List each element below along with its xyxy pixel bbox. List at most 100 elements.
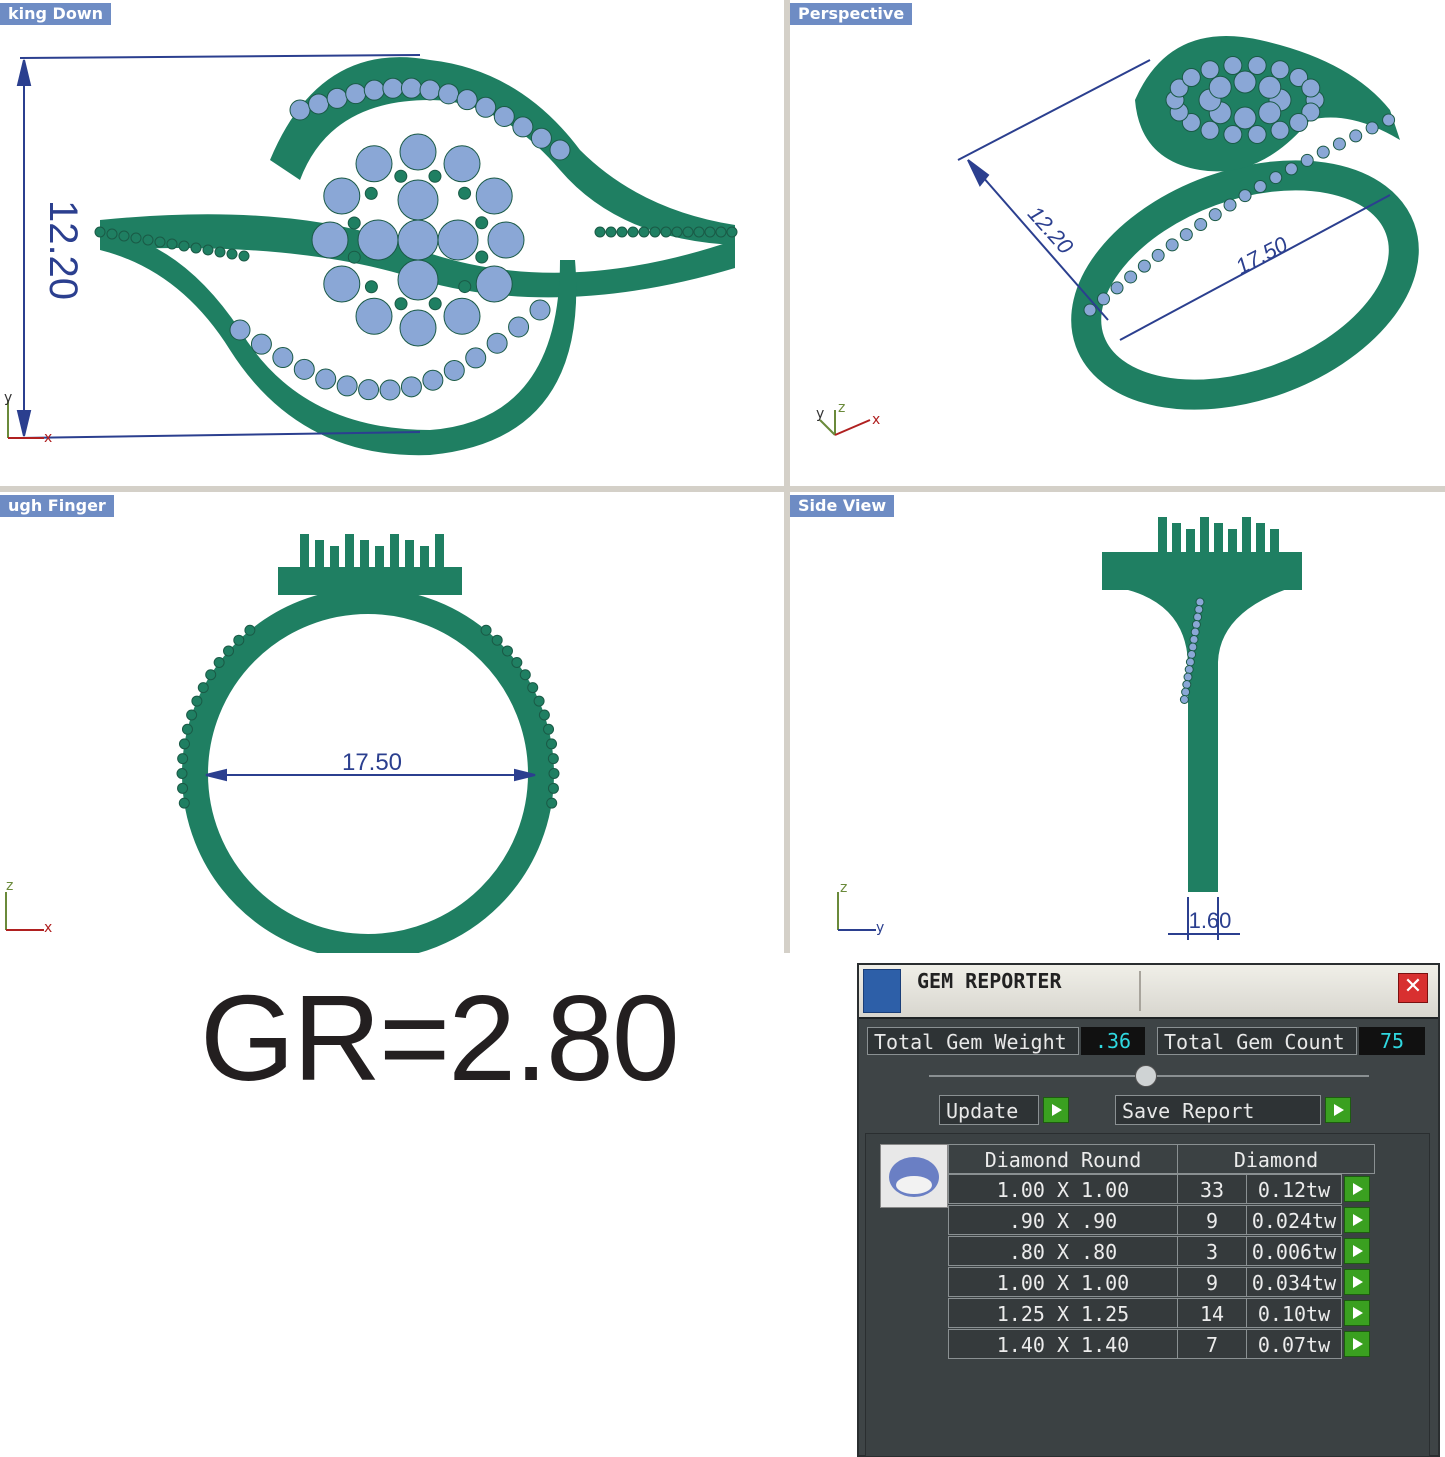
prong bbox=[638, 226, 650, 238]
gem bbox=[1365, 121, 1379, 135]
gem bbox=[1332, 137, 1346, 151]
save-report-go-icon[interactable] bbox=[1325, 1097, 1351, 1123]
total-gem-weight-value: .36 bbox=[1081, 1027, 1145, 1055]
gem bbox=[1191, 620, 1201, 629]
prong bbox=[546, 797, 558, 809]
row-go-icon[interactable] bbox=[1344, 1238, 1370, 1264]
prong bbox=[405, 540, 414, 580]
viewport-front[interactable]: 17.50 z x ugh Finger bbox=[0, 492, 784, 953]
prong bbox=[223, 645, 235, 657]
gem bbox=[1187, 650, 1197, 659]
gem bbox=[272, 347, 294, 369]
gem bbox=[1289, 112, 1309, 132]
gem-table: Diamond Round Diamond 1.00 X 1.00 33 0.12t… bbox=[865, 1133, 1430, 1457]
gem bbox=[419, 79, 441, 101]
gem-reporter-logo-icon bbox=[863, 969, 901, 1013]
gem bbox=[311, 221, 349, 259]
gem bbox=[1188, 642, 1198, 652]
gem bbox=[1097, 292, 1111, 306]
prong bbox=[726, 226, 738, 238]
gem bbox=[1300, 153, 1314, 167]
ring-perspective-view: 12.20 17.50 y z x bbox=[816, 36, 1419, 436]
prong bbox=[202, 244, 214, 256]
svg-text:z: z bbox=[840, 880, 847, 896]
prong bbox=[547, 753, 559, 765]
prong bbox=[213, 656, 225, 668]
row-go-icon[interactable] bbox=[1344, 1300, 1370, 1326]
prong bbox=[244, 624, 256, 636]
gem bbox=[308, 93, 330, 115]
prong bbox=[233, 634, 245, 646]
gem-reporter-panel: GEM REPORTER ✕ Total Gem Weight .36 Tota… bbox=[857, 963, 1440, 1457]
svg-text:x: x bbox=[872, 412, 880, 428]
row-go-icon[interactable] bbox=[1344, 1269, 1370, 1295]
prong bbox=[364, 280, 378, 294]
prong bbox=[511, 656, 523, 668]
gem bbox=[382, 77, 404, 99]
prong bbox=[106, 228, 118, 240]
prong bbox=[191, 695, 203, 707]
axis-indicator-front: z x bbox=[5, 878, 52, 936]
prong bbox=[671, 226, 683, 238]
gem bbox=[493, 105, 515, 127]
gem bbox=[315, 368, 337, 390]
close-icon[interactable]: ✕ bbox=[1398, 973, 1428, 1003]
dimension-text-perspective-width: 17.50 bbox=[1231, 231, 1292, 279]
gem bbox=[1247, 56, 1267, 76]
gem bbox=[1181, 68, 1201, 88]
prong bbox=[177, 782, 189, 794]
row-go-icon[interactable] bbox=[1344, 1331, 1370, 1357]
gem-count-cell: 33 bbox=[1177, 1174, 1247, 1204]
prong bbox=[300, 534, 309, 574]
prong bbox=[715, 226, 727, 238]
gem bbox=[355, 145, 393, 183]
gem-count-cell: 9 bbox=[1177, 1267, 1247, 1297]
gem bbox=[475, 265, 513, 303]
prong bbox=[649, 226, 661, 238]
row-go-icon[interactable] bbox=[1344, 1207, 1370, 1233]
update-go-icon[interactable] bbox=[1043, 1097, 1069, 1123]
save-report-button[interactable]: Save Report bbox=[1115, 1095, 1321, 1125]
viewport-label-side: Side View bbox=[790, 495, 895, 517]
gem-weight-cell: 0.07tw bbox=[1246, 1329, 1342, 1359]
prong bbox=[238, 250, 250, 262]
prong bbox=[693, 226, 705, 238]
prong bbox=[178, 797, 190, 809]
gem bbox=[443, 297, 481, 335]
gem bbox=[549, 139, 571, 161]
gem bbox=[1194, 217, 1208, 231]
prong bbox=[226, 248, 238, 260]
gem bbox=[1208, 75, 1232, 99]
gem-count-cell: 9 bbox=[1177, 1205, 1247, 1235]
prong bbox=[547, 782, 559, 794]
gem bbox=[345, 83, 367, 105]
gem bbox=[1233, 106, 1257, 130]
gem bbox=[1194, 605, 1204, 614]
gem bbox=[1316, 145, 1330, 159]
gem-size-cell: 1.00 X 1.00 bbox=[948, 1174, 1178, 1204]
update-button[interactable]: Update bbox=[939, 1095, 1039, 1125]
splitter-knob[interactable] bbox=[1135, 1065, 1157, 1087]
prong bbox=[501, 645, 513, 657]
prong bbox=[682, 226, 694, 238]
gem bbox=[1258, 101, 1282, 125]
prong bbox=[435, 534, 444, 574]
gem bbox=[363, 79, 385, 101]
gem bbox=[399, 309, 437, 347]
gem bbox=[1179, 695, 1189, 704]
gem-reporter-titlebar[interactable]: GEM REPORTER ✕ bbox=[859, 965, 1438, 1019]
gem-weight-cell: 0.12tw bbox=[1246, 1174, 1342, 1204]
viewport-side[interactable]: 1.60 z y Side View bbox=[790, 492, 1445, 953]
row-go-icon[interactable] bbox=[1344, 1176, 1370, 1202]
viewport-top[interactable]: 12.20 y x king Down bbox=[0, 0, 784, 486]
ring-side-view: 1.60 z y bbox=[837, 517, 1302, 940]
viewport-perspective[interactable]: 12.20 17.50 y z x Perspective bbox=[790, 0, 1445, 486]
gem bbox=[508, 316, 530, 338]
gem bbox=[443, 359, 465, 381]
prong bbox=[1186, 529, 1195, 569]
gem bbox=[512, 116, 534, 138]
prong bbox=[330, 546, 339, 586]
prong bbox=[527, 682, 539, 694]
gem bbox=[475, 96, 497, 118]
gem bbox=[443, 145, 481, 183]
